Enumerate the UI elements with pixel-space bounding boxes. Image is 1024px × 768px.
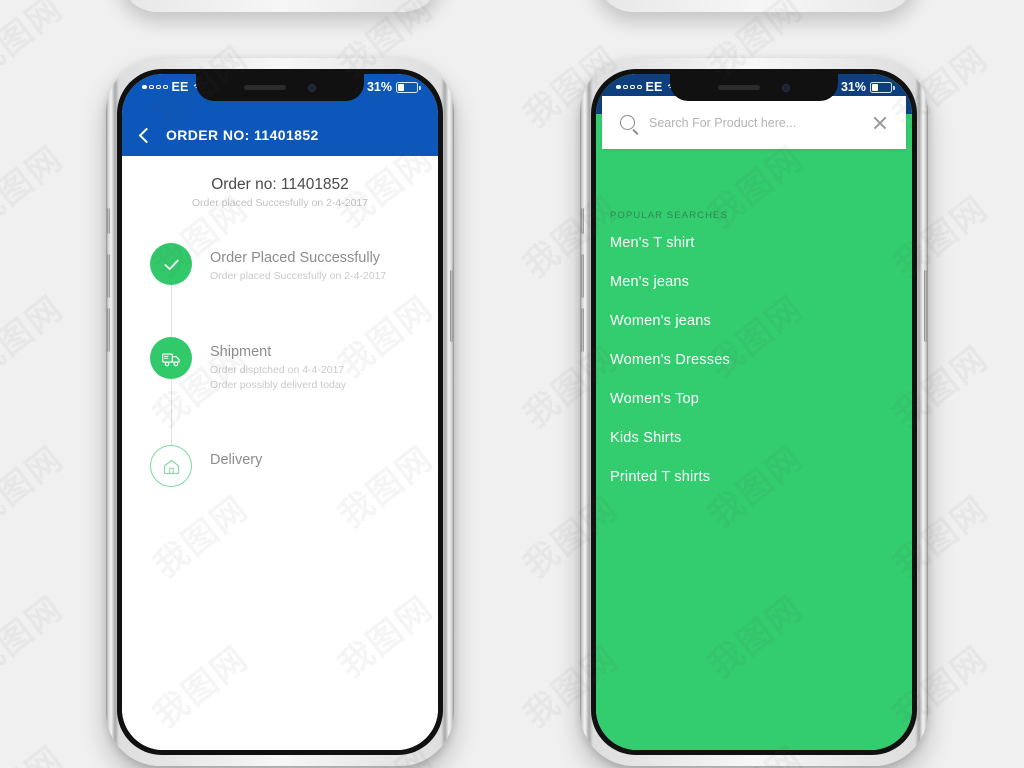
search-icon bbox=[620, 115, 635, 130]
volume-down-button[interactable] bbox=[107, 308, 110, 352]
signal-strength-icon bbox=[616, 84, 642, 90]
watermark-text: 我图网 bbox=[0, 589, 71, 686]
notch bbox=[196, 74, 364, 101]
earpiece-speaker bbox=[244, 85, 286, 90]
timeline-step-line: Order possibly deliverd today bbox=[210, 379, 346, 392]
timeline-step-line: Order placed Succesfully on 2-4-2017 bbox=[210, 270, 387, 282]
notch bbox=[670, 74, 838, 101]
battery-icon bbox=[870, 81, 895, 93]
list-item[interactable]: Kids Shirts bbox=[610, 430, 898, 446]
list-item[interactable]: Women's jeans bbox=[610, 313, 898, 329]
phone-partial-top-left bbox=[118, 0, 442, 12]
list-item[interactable]: Women's Top bbox=[610, 391, 898, 407]
order-number-label: Order no: 11401852 bbox=[211, 176, 349, 193]
carrier-label: EE bbox=[171, 80, 189, 94]
timeline-step-text: Order Placed Successfully Order placed S… bbox=[210, 243, 386, 284]
home-icon bbox=[150, 445, 192, 488]
volume-up-button[interactable] bbox=[581, 254, 584, 298]
signal-strength-icon bbox=[142, 84, 168, 90]
watermark-text: 我图网 bbox=[0, 139, 71, 236]
front-camera-icon bbox=[782, 83, 790, 92]
phone-bezel: EE 31% bbox=[117, 69, 443, 755]
page-title: ORDER NO: 11401852 bbox=[166, 127, 319, 143]
search-screen: EE 31% Search For Product here... POPULA… bbox=[596, 74, 912, 750]
timeline-step-title: Shipment bbox=[210, 344, 272, 360]
order-summary: Order no: 11401852 Order placed Succesfu… bbox=[122, 176, 438, 209]
list-item[interactable]: Women's Dresses bbox=[610, 352, 898, 368]
phone-partial-top-right bbox=[594, 0, 918, 12]
phone-screen-search: EE 31% Search For Product here... POPULA… bbox=[596, 74, 912, 750]
battery-percent-label: 31% bbox=[366, 80, 392, 94]
watermark-text: 我图网 bbox=[0, 732, 72, 768]
power-button[interactable] bbox=[450, 270, 453, 342]
timeline-step-title: Delivery bbox=[210, 452, 263, 469]
popular-searches-label: POPULAR SEARCHES bbox=[610, 210, 728, 221]
list-item[interactable]: Men's jeans bbox=[610, 274, 898, 290]
timeline-step-text: Delivery bbox=[210, 445, 262, 471]
order-header-bar: ORDER NO: 11401852 bbox=[122, 114, 438, 156]
phone-device-search: EE 31% Search For Product here... POPULA… bbox=[580, 58, 928, 766]
phone-screen-order: EE 31% ORDER NO: 11401852 Order no: 1140… bbox=[122, 74, 438, 750]
mute-switch[interactable] bbox=[107, 208, 110, 234]
battery-icon bbox=[396, 81, 421, 93]
volume-up-button[interactable] bbox=[107, 254, 110, 298]
search-input[interactable]: Search For Product here... bbox=[649, 116, 858, 130]
order-timeline: Order Placed Successfully Order placed S… bbox=[122, 243, 438, 488]
watermark-text: 我图网 bbox=[0, 439, 71, 536]
list-item[interactable]: Men's T shirt bbox=[610, 235, 898, 251]
search-bar[interactable]: Search For Product here... bbox=[602, 96, 906, 149]
order-body: Order no: 11401852 Order placed Succesfu… bbox=[122, 156, 438, 750]
volume-down-button[interactable] bbox=[581, 308, 584, 352]
timeline-step-shipment: Shipment Order disptched on 4-4-2017 Ord… bbox=[150, 337, 438, 393]
phone-bezel: EE 31% bbox=[591, 69, 917, 755]
earpiece-speaker bbox=[718, 85, 760, 90]
watermark-text: 我图网 bbox=[0, 0, 71, 86]
timeline-step-title: Order Placed Successfully bbox=[210, 250, 381, 266]
order-placed-subtitle: Order placed Succesfully on 2-4-2017 bbox=[191, 197, 369, 209]
battery-percent-label: 31% bbox=[840, 80, 866, 94]
timeline-step-order-placed: Order Placed Successfully Order placed S… bbox=[150, 243, 438, 285]
front-camera-icon bbox=[308, 83, 316, 92]
watermark-text: 我图网 bbox=[0, 289, 71, 386]
truck-icon bbox=[150, 337, 192, 379]
power-button[interactable] bbox=[924, 270, 927, 342]
timeline-step-text: Shipment Order disptched on 4-4-2017 Ord… bbox=[210, 337, 346, 393]
carrier-label: EE bbox=[645, 80, 663, 94]
popular-searches-section: POPULAR SEARCHES Men's T shirt Men's jea… bbox=[596, 210, 912, 750]
chevron-left-icon[interactable] bbox=[138, 127, 155, 143]
mute-switch[interactable] bbox=[581, 208, 584, 234]
phone-device-order-tracking: EE 31% ORDER NO: 11401852 Order no: 1140… bbox=[106, 58, 454, 766]
status-bar-right: 31% bbox=[840, 80, 895, 94]
order-tracking-screen: EE 31% ORDER NO: 11401852 Order no: 1140… bbox=[122, 74, 438, 750]
close-icon[interactable] bbox=[872, 115, 888, 131]
timeline-step-line: Order disptched on 4-4-2017 bbox=[210, 364, 345, 376]
check-icon bbox=[150, 243, 192, 285]
status-bar-right: 31% bbox=[366, 80, 421, 94]
timeline-step-delivery: Delivery bbox=[150, 445, 438, 488]
list-item[interactable]: Printed T shirts bbox=[610, 469, 898, 485]
